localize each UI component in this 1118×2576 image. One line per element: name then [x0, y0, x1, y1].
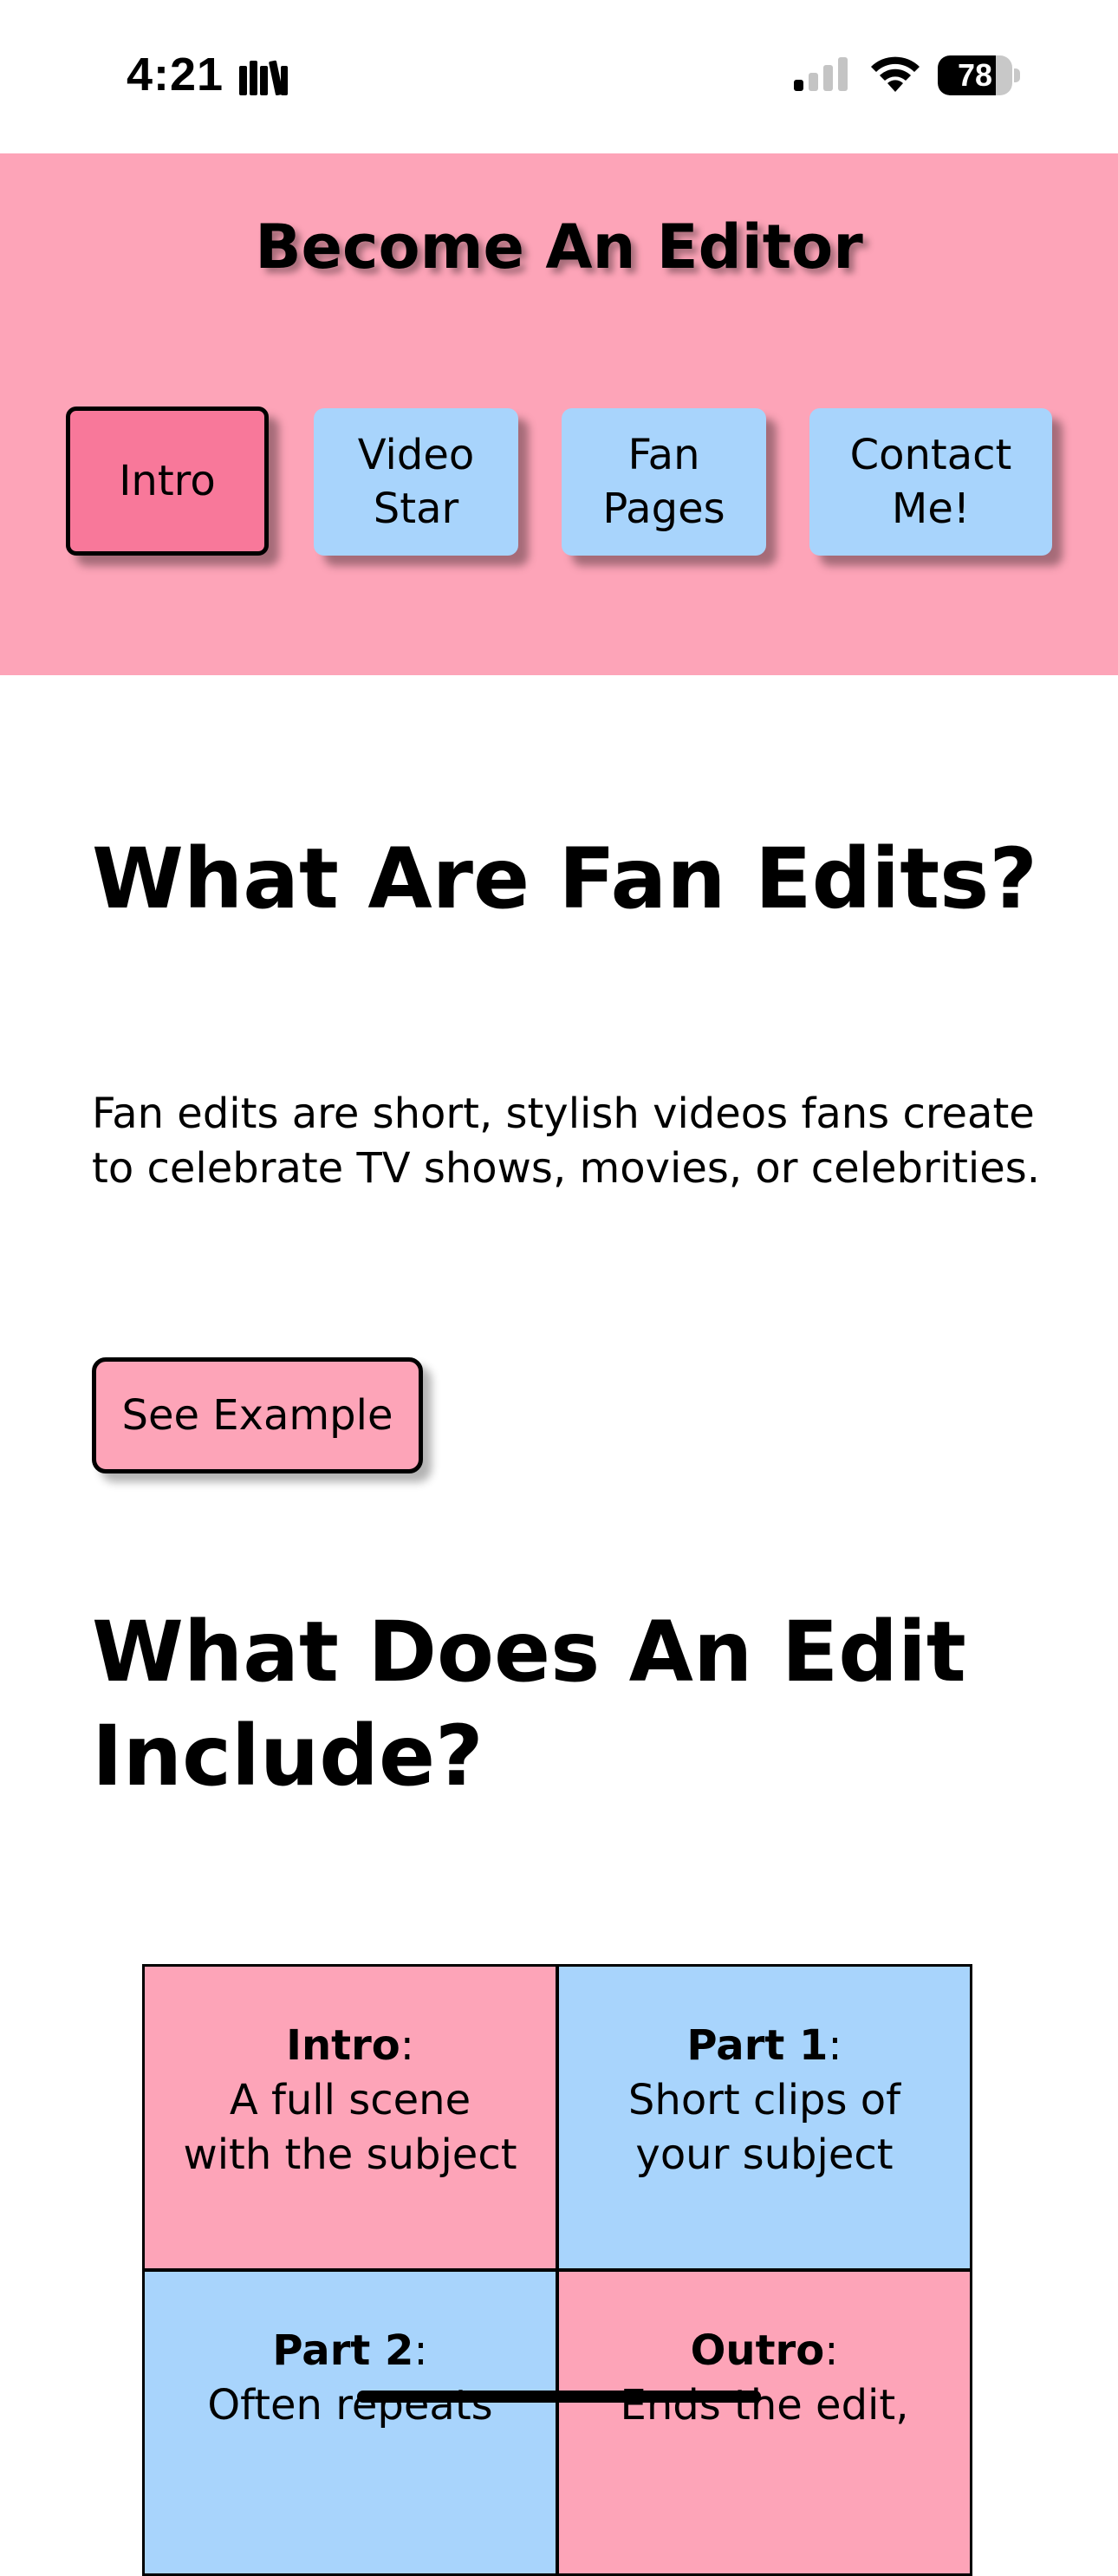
part-cell-intro: Intro: A full scene with the subject	[142, 1964, 558, 2271]
fan-edits-heading: What Are Fan Edits?	[92, 830, 1037, 927]
status-time: 4:21	[127, 49, 224, 101]
site-header: Become An Editor Intro Video Star Fan Pa…	[0, 153, 1118, 675]
see-example-button[interactable]: See Example	[92, 1357, 423, 1473]
cellular-signal-icon	[794, 57, 848, 91]
battery-icon: 78	[938, 55, 1021, 95]
fan-edits-description: Fan edits are short, stylish videos fans…	[92, 1090, 1041, 1193]
wifi-icon	[871, 56, 920, 92]
part-cell-outro: Outro: Ends the edit,	[556, 2269, 972, 2576]
books-icon	[239, 60, 288, 96]
nav-video-star-button[interactable]: Video Star	[314, 408, 518, 556]
part-name: Intro	[286, 2021, 400, 2070]
nav-contact-button[interactable]: Contact Me!	[809, 408, 1052, 556]
site-title: Become An Editor	[255, 211, 863, 283]
part-description: Ends the edit,	[620, 2381, 909, 2430]
edit-includes-heading: What Does An Edit Include?	[92, 1603, 966, 1805]
battery-level: 78	[957, 57, 993, 93]
status-bar: 4:21 78	[0, 0, 1118, 153]
nav-fan-pages-button[interactable]: Fan Pages	[562, 408, 766, 556]
part-description: Often repeats	[207, 2381, 493, 2430]
nav-intro-button[interactable]: Intro	[66, 407, 269, 556]
part-description: A full scene with the subject	[183, 2076, 517, 2179]
part-name: Outro	[690, 2326, 825, 2375]
part-description: Short clips of your subject	[627, 2076, 901, 2179]
part-cell-part-1: Part 1: Short clips of your subject	[556, 1964, 972, 2271]
edit-parts-grid: Intro: A full scene with the subject Par…	[142, 1964, 974, 2576]
part-name: Part 2	[272, 2326, 414, 2375]
part-name: Part 1	[686, 2021, 829, 2070]
home-indicator[interactable]	[357, 2391, 761, 2403]
part-cell-part-2: Part 2: Often repeats	[142, 2269, 558, 2576]
